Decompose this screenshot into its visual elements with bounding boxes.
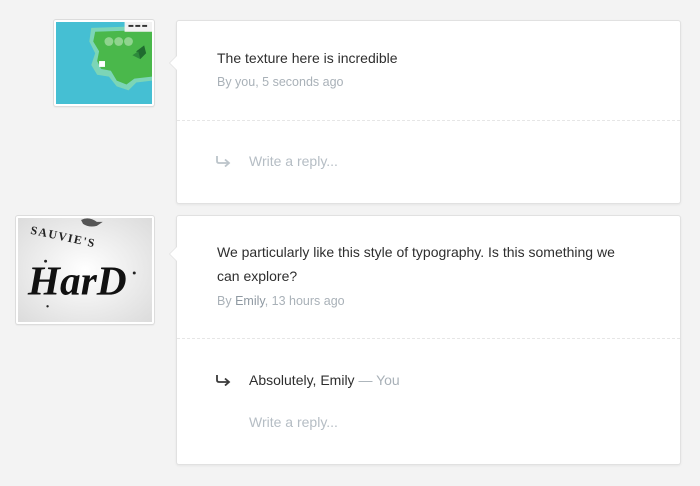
comment-author[interactable]: By you (217, 75, 255, 89)
comment-meta: By Emily, 13 hours ago (217, 294, 345, 308)
reply-text: Absolutely, Emily (249, 372, 355, 388)
comment-author-prefix: By (217, 294, 236, 308)
reply-input[interactable]: Write a reply... (249, 153, 338, 169)
comment-thumbnail[interactable]: SAUVIE'S HarD (15, 215, 155, 325)
reply-item: Absolutely, Emily — You (249, 372, 400, 388)
comment-card: We particularly like this style of typog… (169, 215, 681, 465)
comment-card: The texture here is incredible By you, 5… (169, 20, 681, 204)
comment-time: , 5 seconds ago (255, 75, 344, 89)
comment-author[interactable]: Emily (235, 294, 265, 308)
reply-arrow-icon (215, 374, 231, 386)
comment-time: , 13 hours ago (264, 294, 345, 308)
comment-meta: By you, 5 seconds ago (217, 75, 343, 89)
typography-thumbnail-icon: SAUVIE'S HarD (18, 218, 152, 322)
map-thumbnail-icon (56, 22, 152, 104)
svg-text:HarD: HarD (27, 258, 127, 304)
reply-input[interactable]: Write a reply... (249, 414, 338, 430)
comment-thumbnail[interactable] (53, 19, 155, 107)
divider (177, 338, 680, 339)
reply-arrow-icon (215, 155, 231, 167)
comment-text: We particularly like this style of typog… (217, 244, 615, 284)
divider (177, 120, 680, 121)
comment-text: The texture here is incredible (217, 50, 398, 66)
reply-author[interactable]: — You (355, 372, 399, 388)
